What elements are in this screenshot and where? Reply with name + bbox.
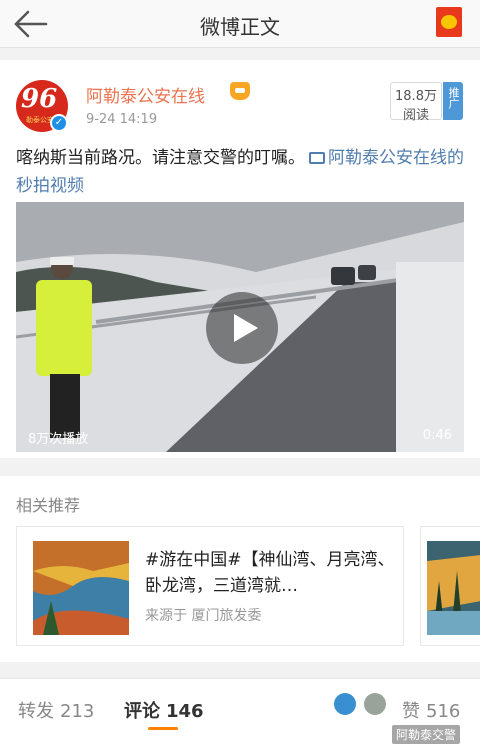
like-count: 516 (426, 701, 461, 722)
play-button[interactable] (206, 292, 278, 364)
recommend-source: 来源于 厦门旅发委 (145, 608, 262, 624)
read-count: 18.8万 (395, 89, 437, 104)
active-tab-indicator (148, 727, 178, 730)
avatar-text: 96 (21, 84, 58, 114)
watermark: 阿勒泰交警 (392, 725, 461, 744)
comment-count: 146 (166, 701, 204, 722)
video-duration: 0:46 (422, 428, 452, 443)
page-title: 微博正文 (200, 15, 280, 39)
tab-repost[interactable]: 转发 213 (18, 697, 94, 723)
weibo-post: 96 勒泰公安 ✓ 阿勒泰公安在线 9-24 14:19 18.8万 阅读 推广… (0, 60, 480, 458)
repost-count: 213 (60, 701, 95, 722)
post-time: 9-24 14:19 (86, 112, 158, 127)
video-link-icon (309, 152, 325, 164)
liker-avatar-icon[interactable] (364, 693, 386, 715)
recommend-card[interactable]: #游在中国#【神仙湾、月亮湾、卧龙湾，三道湾就… 来源于 厦门旅发委 (16, 526, 404, 646)
recommend-thumbnail (33, 541, 129, 635)
play-count: 8万次播放 (28, 432, 89, 447)
post-content: 喀纳斯当前路况。请注意交警的叮嘱。 阿勒泰公安在线的秒拍视频 (16, 144, 466, 200)
promote-label: 推广 (447, 87, 460, 109)
read-count-box: 18.8万 阅读 (390, 82, 442, 123)
like-label: 赞 (402, 701, 420, 722)
bottom-action-bar: 转发 213 评论 146 赞 516 阿勒泰交警 (0, 678, 480, 756)
recommend-card-partial[interactable] (420, 526, 480, 646)
recommend-thumbnail-2 (427, 541, 480, 635)
recommend-text: #游在中国#【神仙湾、月亮湾、卧龙湾，三道湾就… (145, 550, 395, 596)
repost-label: 转发 (18, 701, 54, 722)
related-recommendations: 相关推荐 #游在中国#【神仙湾、月亮湾、卧龙湾，三道湾就… 来源于 厦门旅发委 (0, 476, 480, 662)
top-navigation-bar: 微博正文 (0, 0, 480, 48)
liker-avatar-icon[interactable] (334, 693, 356, 715)
verified-badge-icon: ✓ (50, 114, 68, 132)
vip-crown-icon[interactable] (230, 82, 250, 100)
read-label: 阅读 (402, 108, 429, 123)
related-title: 相关推荐 (16, 496, 81, 515)
tab-comment[interactable]: 评论 146 (124, 697, 204, 723)
video-player[interactable]: 8万次播放 0:46 (16, 202, 464, 452)
tab-like[interactable]: 赞 516 (402, 697, 460, 723)
post-text: 喀纳斯当前路况。请注意交警的叮嘱。 (16, 148, 305, 168)
promote-button[interactable]: 推广 (443, 82, 463, 120)
username[interactable]: 阿勒泰公安在线 (86, 82, 205, 107)
police-badge-icon[interactable] (436, 7, 462, 37)
comment-label: 评论 (124, 701, 160, 722)
